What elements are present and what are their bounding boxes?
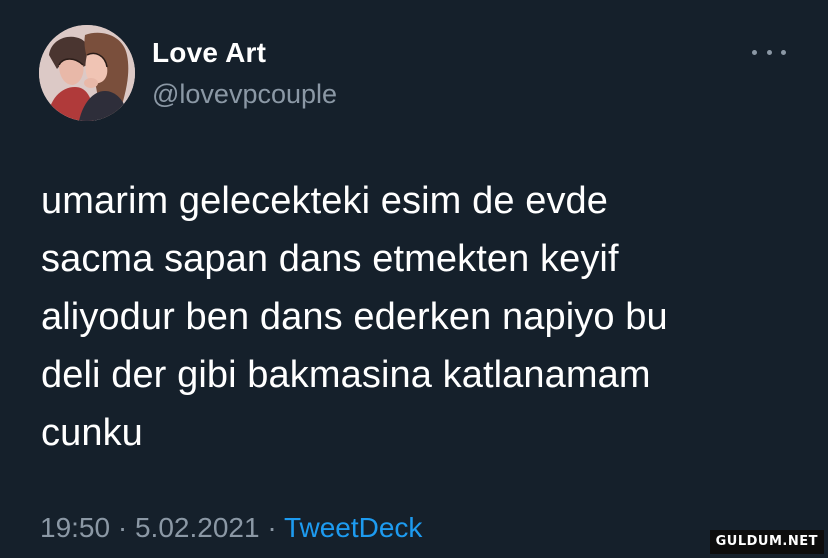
tweet-date[interactable]: 5.02.2021	[135, 512, 260, 543]
tweet-source-link[interactable]: TweetDeck	[284, 512, 423, 543]
dot	[781, 49, 786, 55]
more-dots-icon[interactable]	[752, 42, 786, 62]
dot	[752, 49, 757, 55]
couple-kiss-illustration-icon	[39, 25, 135, 121]
dot	[766, 49, 772, 55]
avatar[interactable]	[39, 25, 135, 121]
tweet-text: umarim gelecekteki esim de evde sacma sa…	[41, 180, 668, 454]
display-name[interactable]: Love Art	[152, 36, 266, 70]
watermark: GULDUM.NET	[709, 530, 824, 554]
meta-separator: ·	[110, 512, 135, 543]
meta-separator: ·	[259, 512, 284, 543]
tweet-meta: 19:50 · 5.02.2021 · TweetDeck	[40, 510, 422, 546]
user-handle[interactable]: @lovevpcouple	[152, 78, 337, 110]
tweet-time[interactable]: 19:50	[40, 512, 110, 543]
